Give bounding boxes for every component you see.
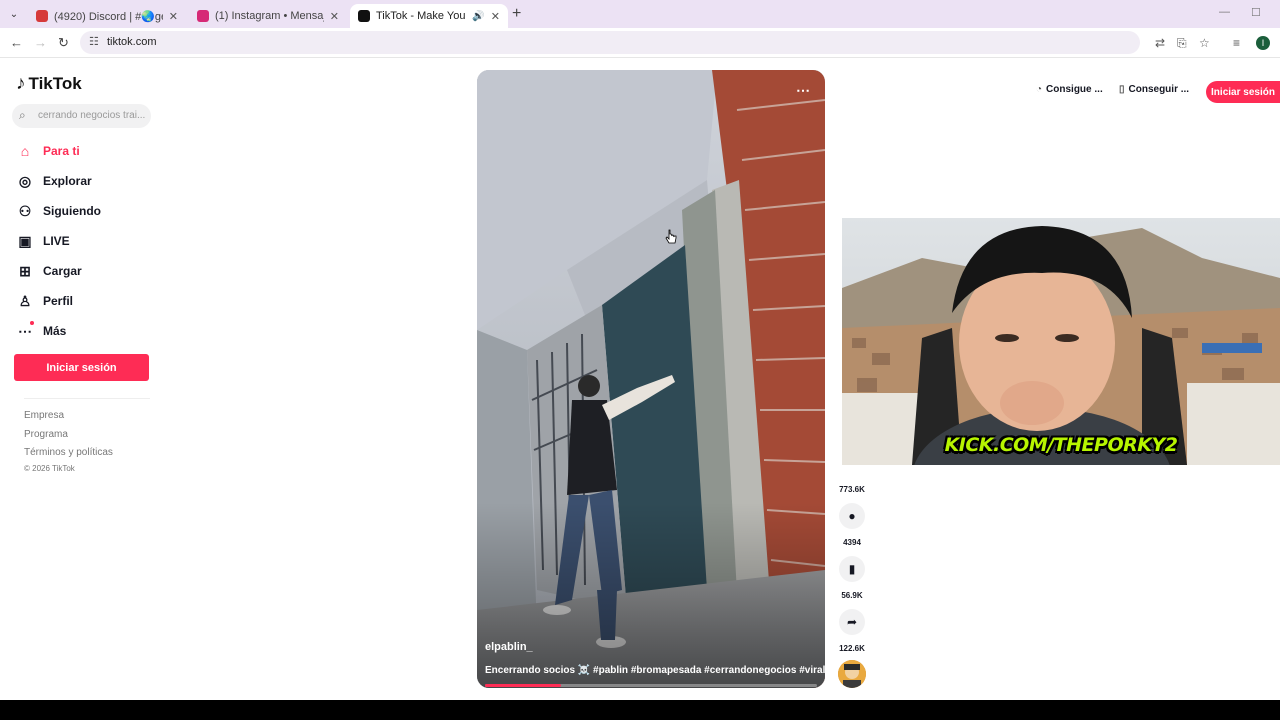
profile-avatar[interactable]: I — [1256, 36, 1270, 50]
stream-overlay-text: KICK.COM/THEPORKY2 — [944, 434, 1178, 456]
sidebar-item-label: LIVE — [43, 234, 70, 248]
tab-instagram[interactable]: (1) Instagram • Mensajes ✕ — [189, 4, 347, 28]
browser-toolbar: ← → ↻ ☷ tiktok.com ⇄ ⎘ ☆ ≡ — [0, 28, 1280, 58]
footer-link-empresa[interactable]: Empresa — [24, 410, 64, 421]
instagram-icon — [197, 10, 209, 22]
sidebar-item-mas[interactable]: ⋯ Más — [16, 320, 66, 342]
site-settings-icon[interactable]: ☷ — [89, 35, 99, 48]
header-login-button[interactable]: Iniciar sesión — [1206, 81, 1280, 103]
coin-icon: ◔ — [1036, 84, 1043, 95]
bookmark-icon: ▮ — [848, 562, 856, 576]
video-progress-bar[interactable] — [485, 684, 817, 687]
webcam-overlay — [842, 218, 1280, 465]
sidebar-item-label: Para ti — [43, 144, 80, 158]
comment-icon: ● — [848, 509, 856, 523]
comment-count: 4394 — [843, 538, 861, 547]
bookmark-star-icon[interactable]: ☆ — [1199, 36, 1210, 50]
copyright: © 2026 TikTok — [24, 464, 75, 473]
get-app-label: Conseguir ... — [1128, 84, 1190, 95]
video-username[interactable]: elpablin_ — [485, 641, 533, 653]
more-options-icon[interactable]: ⋯ — [796, 82, 810, 99]
address-bar[interactable]: ☷ tiktok.com — [80, 31, 1140, 54]
brand-name: TikTok — [28, 74, 82, 93]
sidebar-item-perfil[interactable]: ♙ Perfil — [16, 290, 73, 312]
tiktok-note-icon: ♪ — [16, 73, 26, 94]
phone-icon: ▯ — [1119, 84, 1125, 95]
tab-label: TikTok - Make Your Day — [376, 10, 466, 22]
video-caption[interactable]: Encerrando socios ☠️ #pablin #bromapesad… — [485, 665, 825, 676]
share-count: 122.6K — [839, 644, 865, 653]
creator-avatar-image — [838, 660, 866, 688]
sidebar-item-live[interactable]: ▣ LIVE — [16, 230, 70, 252]
screen-bottom-bar — [0, 700, 1280, 720]
close-icon[interactable]: ✕ — [491, 10, 500, 23]
sidebar-item-para-ti[interactable]: ⌂ Para ti — [16, 140, 80, 162]
media-control-icon[interactable]: ≡ — [1233, 36, 1240, 50]
tab-label: (4920) Discord | #🌏general🌏 — [54, 10, 163, 23]
search-icon: ⌕ — [19, 108, 26, 122]
mouse-cursor-icon — [665, 229, 677, 244]
minimize-icon[interactable]: — — [1219, 6, 1230, 18]
get-app-link[interactable]: ▯ Conseguir ... — [1119, 84, 1189, 95]
sidebar-item-label: Siguiendo — [43, 204, 101, 218]
speaker-icon[interactable]: 🔊 — [472, 11, 484, 22]
sidebar-item-label: Explorar — [43, 174, 92, 188]
like-count: 773.6K — [839, 485, 865, 494]
forward-icon[interactable]: → — [34, 35, 47, 50]
comment-button[interactable]: ● — [839, 503, 865, 529]
url-text: tiktok.com — [107, 36, 157, 48]
following-icon: ⚇ — [18, 202, 32, 219]
share-button[interactable]: ➦ — [839, 609, 865, 635]
more-icon: ⋯ — [18, 322, 32, 339]
creator-avatar[interactable] — [838, 660, 866, 688]
get-coins-label: Consigue ... — [1046, 84, 1103, 95]
sidebar-item-label: Cargar — [43, 264, 82, 278]
browser-tabbar: ⌄ (4920) Discord | #🌏general🌏 ✕ (1) Inst… — [0, 0, 1280, 28]
save-count: 56.9K — [841, 591, 863, 600]
install-app-icon[interactable]: ⎘ — [1177, 36, 1187, 51]
save-button[interactable]: ▮ — [839, 556, 865, 582]
discord-icon — [36, 10, 48, 22]
login-button[interactable]: Iniciar sesión — [14, 354, 149, 381]
home-icon: ⌂ — [20, 143, 30, 159]
tab-discord[interactable]: (4920) Discord | #🌏general🌏 ✕ — [28, 4, 186, 28]
upload-icon: ⊞ — [19, 262, 31, 279]
close-icon[interactable]: ✕ — [330, 10, 339, 23]
maximize-icon[interactable]: ☐ — [1251, 6, 1261, 19]
footer-link-terminos[interactable]: Términos y políticas — [24, 447, 113, 458]
video-frame — [477, 70, 825, 688]
search-input[interactable]: ⌕ cerrando negocios trai... — [12, 104, 151, 128]
translate-icon[interactable]: ⇄ — [1155, 36, 1165, 50]
tab-label: (1) Instagram • Mensajes — [215, 10, 324, 22]
reload-icon[interactable]: ↻ — [58, 35, 69, 51]
sidebar-item-explorar[interactable]: ◎ Explorar — [16, 170, 92, 192]
search-placeholder: cerrando negocios trai... — [38, 110, 146, 121]
profile-icon: ♙ — [18, 292, 32, 309]
close-icon[interactable]: ✕ — [169, 10, 178, 23]
tiktok-icon — [358, 10, 370, 22]
back-icon[interactable]: ← — [10, 35, 23, 50]
share-icon: ➦ — [846, 615, 858, 629]
tiktok-logo[interactable]: ♪ TikTok — [16, 73, 82, 95]
new-tab-button[interactable]: + — [512, 5, 521, 23]
sidebar-item-label: Más — [43, 324, 67, 338]
sidebar-item-label: Perfil — [43, 294, 74, 308]
sidebar-item-siguiendo[interactable]: ⚇ Siguiendo — [16, 200, 101, 222]
sidebar-item-cargar[interactable]: ⊞ Cargar — [16, 260, 82, 282]
footer-link-programa[interactable]: Programa — [24, 429, 68, 440]
sidebar: ♪ TikTok ⌕ cerrando negocios trai... ⌂ P… — [0, 59, 170, 700]
get-coins-link[interactable]: ◔ Consigue ... — [1036, 84, 1103, 95]
compass-icon: ◎ — [18, 172, 32, 189]
tab-search-dropdown[interactable]: ⌄ — [4, 4, 24, 24]
live-icon: ▣ — [18, 232, 32, 249]
video-player[interactable] — [477, 70, 825, 688]
video-progress-fill — [485, 684, 562, 687]
sidebar-divider — [24, 398, 150, 399]
webcam-image — [842, 218, 1280, 465]
tab-tiktok[interactable]: TikTok - Make Your Day 🔊 ✕ — [350, 4, 508, 28]
notification-dot — [30, 321, 34, 325]
